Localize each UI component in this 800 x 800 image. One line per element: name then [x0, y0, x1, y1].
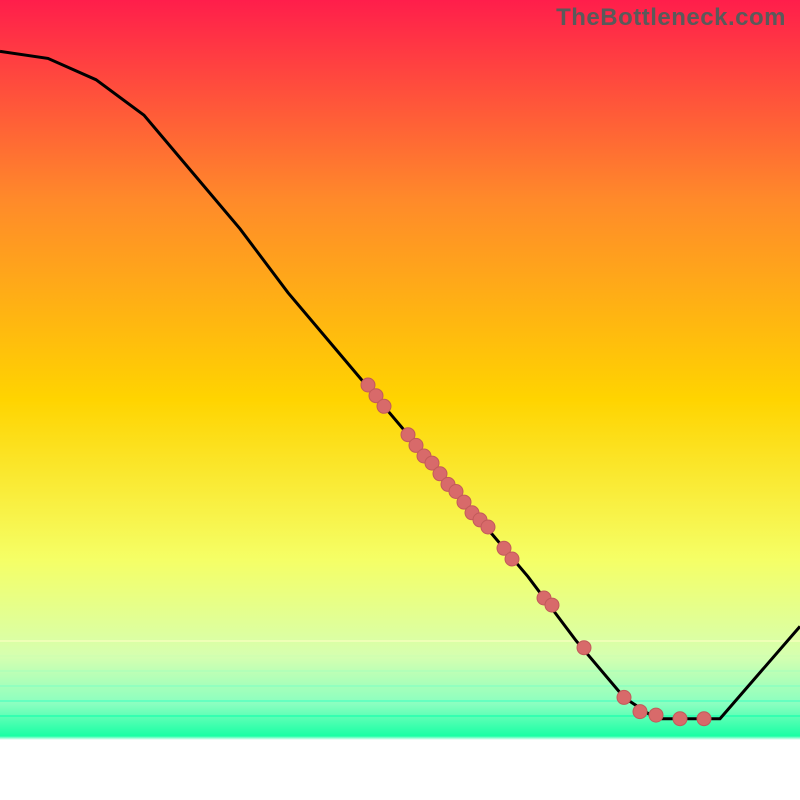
data-point [377, 399, 391, 413]
data-point [481, 520, 495, 534]
data-point [649, 708, 663, 722]
data-points [361, 378, 711, 726]
data-point [545, 598, 559, 612]
data-point [633, 705, 647, 719]
data-point [505, 552, 519, 566]
chart-svg [0, 0, 800, 800]
data-point [617, 690, 631, 704]
chart-container: TheBottleneck.com [0, 0, 800, 800]
bottleneck-curve [0, 51, 800, 718]
data-point [577, 641, 591, 655]
data-point [673, 712, 687, 726]
data-point [697, 712, 711, 726]
